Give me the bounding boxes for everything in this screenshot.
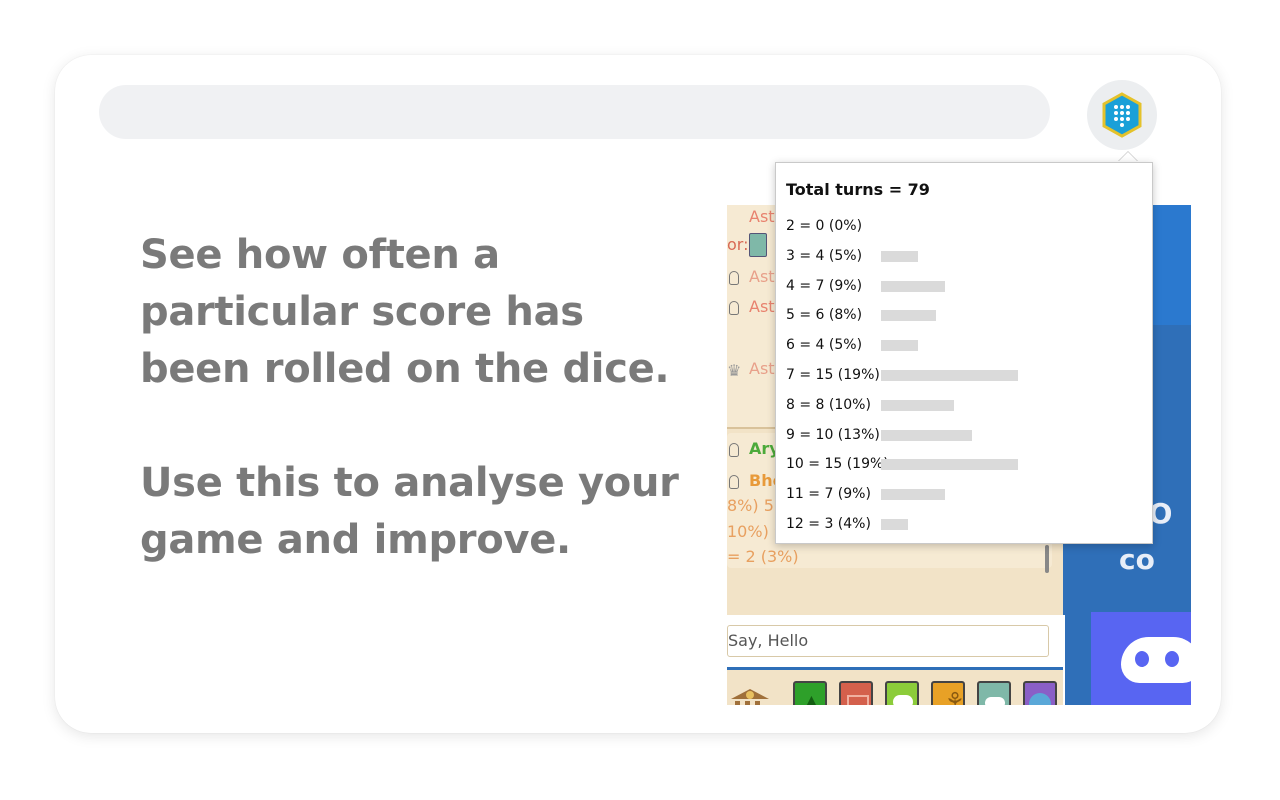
brick-card[interactable] [839, 681, 873, 705]
rock-icon [985, 697, 1005, 705]
dice-stats-popup: Total turns = 79 2 = 0 (0%) 3 = 4 (5%) 4 =… [775, 162, 1153, 544]
dev-card-icon [1029, 693, 1051, 705]
distribution-row-12: 12 = 3 (4%) [786, 514, 1146, 534]
player-icon [729, 475, 739, 489]
total-turns-title: Total turns = 79 [786, 180, 930, 199]
distribution-bar [881, 280, 945, 292]
distribution-bar [881, 459, 1018, 471]
distribution-label: 11 = 7 (9%) [786, 486, 871, 503]
player-icon [729, 443, 739, 457]
distribution-row-6: 6 = 4 (5%) [786, 335, 1146, 355]
distribution-row-3: 3 = 4 (5%) [786, 246, 1146, 266]
log-fragment: or: [727, 235, 749, 254]
distribution-bar [881, 399, 954, 411]
distribution-row-10: 10 = 15 (19%) [786, 454, 1146, 474]
distribution-label: 2 = 0 (0%) [786, 218, 863, 234]
dev-card[interactable] [1023, 681, 1057, 705]
distribution-row-7: 7 = 15 (19%) [786, 365, 1146, 385]
distribution-label: 7 = 15 (19%) [786, 367, 880, 383]
log-scrollbar[interactable] [1045, 545, 1049, 573]
distribution-row-11: 11 = 7 (9%) [786, 484, 1146, 504]
distribution-label: 6 = 4 (5%) [786, 337, 863, 354]
distribution-row-2: 2 = 0 (0%) [786, 216, 1146, 236]
lumber-card[interactable]: ▲ [793, 681, 827, 705]
ore-card-icon [749, 233, 767, 257]
distribution-row-9: 9 = 10 (13%) [786, 425, 1146, 445]
log-fragment: Ast [749, 207, 775, 226]
brick-icon [847, 695, 869, 705]
distribution-bar [881, 489, 945, 501]
chat-input[interactable]: Say, Hello [727, 625, 1049, 657]
ore-card[interactable] [977, 681, 1011, 705]
distribution-bar [881, 429, 972, 441]
distribution-bar [881, 250, 918, 262]
bank-icon [731, 689, 769, 705]
distribution-label: 10 = 15 (19%) [786, 456, 889, 473]
distribution-bar [881, 370, 1018, 381]
distribution-label: 5 = 6 (8%) [786, 307, 863, 324]
distribution-bar [881, 340, 918, 352]
wool-card[interactable] [885, 681, 919, 705]
grain-card[interactable]: ⚘ [931, 681, 965, 705]
browser-address-bar[interactable] [99, 85, 1050, 139]
distribution-row-5: 5 = 6 (8%) [786, 305, 1146, 325]
wheat-icon: ⚘ [945, 689, 965, 705]
log-fragment: = 2 (3%) [727, 547, 799, 566]
distribution-label: 3 = 4 (5%) [786, 247, 863, 264]
sheep-icon [893, 695, 913, 705]
popup-arrow [1118, 152, 1138, 162]
distribution-row-8: 8 = 8 (10%) [786, 395, 1146, 415]
promo-line-2: Use this to analyse your game and improv… [140, 460, 679, 563]
distribution-bar [881, 519, 908, 530]
discord-banner[interactable] [1091, 612, 1191, 705]
distribution-label: 4 = 7 (9%) [786, 277, 863, 294]
distribution-label: 12 = 3 (4%) [786, 516, 871, 532]
side-panel-text: co [1119, 543, 1155, 576]
extension-button[interactable] [1087, 80, 1157, 150]
distribution-label: 8 = 8 (10%) [786, 396, 871, 413]
distribution-row-4: 4 = 7 (9%) [786, 276, 1146, 296]
player-icon [729, 271, 739, 285]
tree-icon: ▲ [803, 691, 820, 705]
promo-text: See how often a particular score has bee… [140, 227, 700, 626]
distribution-label: 9 = 10 (13%) [786, 426, 880, 443]
player-icon [729, 301, 739, 315]
distribution-bar [881, 310, 936, 322]
promo-line-1: See how often a particular score has bee… [140, 232, 670, 392]
dice-grid-hex-icon [1102, 92, 1142, 138]
trophy-icon: ♛ [727, 361, 742, 380]
log-fragment: Ast [749, 359, 775, 378]
discord-icon [1121, 637, 1191, 683]
